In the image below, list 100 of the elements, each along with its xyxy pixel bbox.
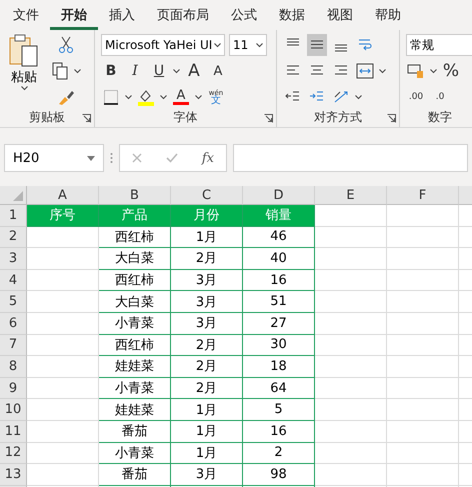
table-cell: 1月 xyxy=(171,420,243,443)
caret-icon[interactable] xyxy=(379,68,386,74)
dialog-launcher-icon[interactable] xyxy=(82,114,91,123)
table-cell: 27 xyxy=(243,312,315,335)
table-cell: 大白菜 xyxy=(99,248,171,270)
table-cell: 小青菜 xyxy=(99,378,171,400)
caret-icon[interactable] xyxy=(430,68,437,74)
font-size-field[interactable]: 11 xyxy=(229,34,267,56)
table-cell: 1月 xyxy=(171,399,243,421)
row-header[interactable]: 4 xyxy=(0,270,27,292)
table-cell: 3月 xyxy=(171,464,243,486)
row-header[interactable]: 10 xyxy=(0,399,27,421)
clipboard-icon[interactable] xyxy=(9,34,39,68)
table-cell: 大白菜 xyxy=(99,291,171,313)
caret-icon[interactable] xyxy=(74,68,81,74)
caret-icon[interactable] xyxy=(195,94,202,100)
table-cell: 46 xyxy=(243,226,315,248)
caret-icon[interactable] xyxy=(173,68,180,74)
group-label: 对齐方式 xyxy=(313,109,363,126)
row-header[interactable]: 9 xyxy=(0,378,27,400)
table-cell: 1月 xyxy=(171,442,243,464)
table-cell: 2月 xyxy=(171,378,243,400)
ribbon-tab[interactable]: 页面布局 xyxy=(146,0,220,30)
table-cell: 娃娃菜 xyxy=(99,356,171,378)
caret-icon[interactable] xyxy=(256,42,263,48)
percent-button[interactable]: % xyxy=(441,60,461,82)
check-icon[interactable] xyxy=(166,153,178,163)
table-cell: 30 xyxy=(243,334,315,356)
italic-button[interactable]: I xyxy=(125,60,145,82)
column-header[interactable]: B xyxy=(99,186,171,205)
grow-font-button[interactable]: A xyxy=(184,60,204,82)
table-cell: 小青菜 xyxy=(99,442,171,464)
underline-button[interactable]: U xyxy=(149,60,169,82)
table-cell: 2月 xyxy=(171,356,243,378)
column-header[interactable]: C xyxy=(171,186,243,205)
bold-button[interactable]: B xyxy=(101,60,121,82)
paste-caret-icon[interactable] xyxy=(20,86,28,91)
table-cell: 16 xyxy=(243,270,315,292)
formula-field[interactable] xyxy=(233,144,468,172)
table-cell: 2月 xyxy=(171,248,243,270)
table-cell: 2月 xyxy=(171,334,243,356)
paste-button[interactable]: 粘贴 xyxy=(6,34,42,108)
dropdown-icon[interactable] xyxy=(87,156,95,160)
font-color-button[interactable]: A xyxy=(171,86,191,108)
table-cell: 番茄 xyxy=(99,464,171,486)
number-format-field[interactable]: 常规 xyxy=(406,34,472,56)
row-header[interactable]: 1 xyxy=(0,205,27,227)
row-header[interactable]: 13 xyxy=(0,464,27,486)
header-cell: 产品 xyxy=(99,205,171,227)
table-cell: 16 xyxy=(243,420,315,443)
row-header[interactable]: 5 xyxy=(0,291,27,313)
table-cell: 番茄 xyxy=(99,420,171,443)
column-header[interactable]: D xyxy=(243,186,315,205)
ribbon-tab[interactable]: 视图 xyxy=(316,0,364,30)
row-header[interactable]: 12 xyxy=(0,442,27,464)
copy-icon[interactable] xyxy=(50,60,70,82)
ribbon-tab[interactable]: 数据 xyxy=(268,0,316,30)
drag-handle-icon[interactable] xyxy=(110,152,113,164)
column-header[interactable]: F xyxy=(387,186,459,205)
group-label: 字体 xyxy=(172,109,198,126)
table-cell: 40 xyxy=(243,248,315,270)
group-label: 剪贴板 xyxy=(28,109,66,126)
name-box[interactable]: H20 xyxy=(4,144,104,172)
row-header[interactable]: 8 xyxy=(0,356,27,378)
ribbon-tab[interactable]: 公式 xyxy=(220,0,268,30)
font-name-field[interactable]: Microsoft YaHei UI xyxy=(101,34,225,56)
decrease-decimal-button[interactable]: .0 xyxy=(430,86,450,108)
caret-icon[interactable] xyxy=(214,42,221,48)
ribbon-tab[interactable]: 插入 xyxy=(98,0,146,30)
row-header[interactable]: 7 xyxy=(0,334,27,356)
ribbon-tab[interactable]: 文件 xyxy=(2,0,50,30)
dialog-launcher-icon[interactable] xyxy=(387,114,396,123)
table-cell: 小青菜 xyxy=(99,312,171,335)
insert-function-button[interactable]: fx xyxy=(202,150,214,166)
table-cell: 西红柿 xyxy=(99,226,171,248)
header-cell: 销量 xyxy=(243,205,315,227)
increase-decimal-button[interactable]: .00 xyxy=(406,86,426,108)
column-header[interactable]: E xyxy=(315,186,387,205)
table-cell: 64 xyxy=(243,378,315,400)
row-header[interactable]: 2 xyxy=(0,226,27,248)
header-cell: 月份 xyxy=(171,205,243,227)
row-header[interactable]: 3 xyxy=(0,248,27,270)
table-cell: 18 xyxy=(243,356,315,378)
row-header[interactable]: 11 xyxy=(0,420,27,443)
table-cell: 51 xyxy=(243,291,315,313)
row-header[interactable]: 6 xyxy=(0,312,27,335)
table-cell: 西红柿 xyxy=(99,270,171,292)
caret-icon[interactable] xyxy=(125,94,132,100)
header-cell: 序号 xyxy=(27,205,99,227)
caret-icon[interactable] xyxy=(160,94,167,100)
ribbon-tab[interactable]: 帮助 xyxy=(364,0,412,30)
table-cell: 3月 xyxy=(171,270,243,292)
group-label: 数字 xyxy=(427,109,453,126)
caret-icon[interactable] xyxy=(355,94,362,100)
dialog-launcher-icon[interactable] xyxy=(264,114,273,123)
table-cell: 娃娃菜 xyxy=(99,399,171,421)
column-header[interactable]: A xyxy=(27,186,99,205)
vertical-align-icon[interactable] xyxy=(307,34,327,56)
table-cell: 3月 xyxy=(171,312,243,335)
shrink-font-button[interactable]: A xyxy=(208,60,228,82)
